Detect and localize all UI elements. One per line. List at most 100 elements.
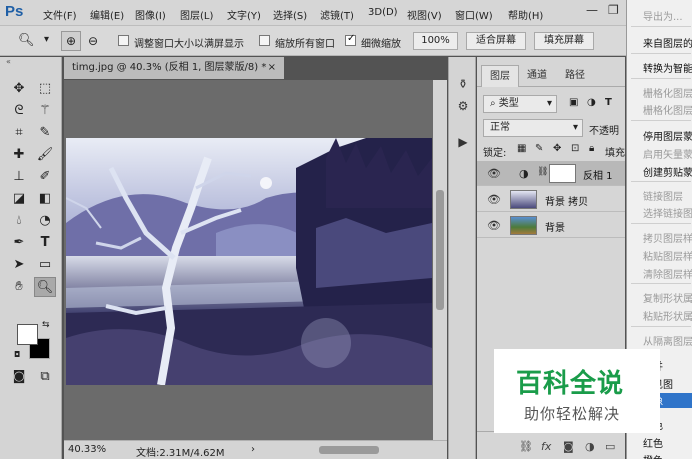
- menu-layer[interactable]: 图层(L): [180, 7, 213, 22]
- menu-select[interactable]: 选择(S): [273, 7, 307, 22]
- menu-3d[interactable]: 3D(D): [368, 7, 398, 18]
- canvas-area[interactable]: [64, 80, 433, 440]
- status-menu-icon[interactable]: ›: [251, 444, 255, 455]
- eraser-tool-icon[interactable]: ◪: [8, 189, 30, 209]
- menu-item-clear-style[interactable]: 清除图层样: [643, 266, 692, 281]
- menu-item-orange[interactable]: 橙色: [643, 452, 663, 459]
- eyedropper-icon[interactable]: ✎: [34, 123, 56, 143]
- resize-windows-checkbox[interactable]: [118, 35, 129, 46]
- minimize-button[interactable]: —: [586, 3, 598, 17]
- menu-filter[interactable]: 滤镜(T): [320, 7, 354, 22]
- menu-type[interactable]: 文字(Y): [227, 7, 261, 22]
- quick-mask-icon[interactable]: ◙: [8, 367, 30, 387]
- filter-type-icon[interactable]: T: [605, 97, 612, 108]
- menu-file[interactable]: 文件(F): [43, 7, 77, 22]
- lock-position-icon[interactable]: ✥: [553, 143, 561, 154]
- tab-layers[interactable]: 图层: [481, 65, 519, 87]
- new-group-icon[interactable]: ▭: [605, 440, 615, 453]
- menu-item-paste-shape[interactable]: 粘贴形状属: [643, 308, 692, 323]
- scrubby-zoom-checkbox[interactable]: [345, 33, 356, 46]
- lock-artboard-icon[interactable]: ⊡: [571, 143, 579, 154]
- visibility-eye-icon[interactable]: 👁︎: [487, 167, 501, 180]
- visibility-eye-icon[interactable]: 👁︎: [487, 219, 501, 232]
- brush-tool-icon[interactable]: 🖌︎: [34, 145, 56, 165]
- magic-wand-icon[interactable]: ⚚: [34, 101, 56, 121]
- new-adjustment-icon[interactable]: ◑: [585, 440, 595, 453]
- zoom-100-button[interactable]: 100%: [413, 32, 458, 50]
- vertical-scroll-thumb[interactable]: [436, 190, 444, 310]
- close-tab-icon[interactable]: ×: [268, 57, 276, 79]
- menu-view[interactable]: 视图(V): [407, 7, 442, 22]
- menu-item-copy-style[interactable]: 拷贝图层样: [643, 230, 692, 245]
- healing-brush-icon[interactable]: ✚: [8, 145, 30, 165]
- zoom-level[interactable]: 40.33%: [68, 444, 106, 455]
- foreground-color-swatch[interactable]: [17, 324, 38, 345]
- menu-window[interactable]: 窗口(W): [455, 7, 493, 22]
- history-brush-icon[interactable]: ✐: [34, 167, 56, 187]
- blend-mode-select[interactable]: 正常 ▾: [483, 119, 583, 137]
- tool-preset-dropdown-icon[interactable]: ▾: [44, 34, 49, 45]
- zoom-out-icon[interactable]: ⊖: [83, 31, 103, 51]
- layer-style-fx-icon[interactable]: fx: [541, 440, 551, 453]
- document-tab[interactable]: timg.jpg @ 40.3% (反相 1, 图层蒙版/8) * ×: [64, 57, 284, 79]
- filter-adjustment-icon[interactable]: ◑: [587, 97, 596, 108]
- menu-item-export-as[interactable]: 导出为...: [643, 8, 683, 23]
- zoom-all-windows-checkbox[interactable]: [259, 35, 270, 46]
- menu-item-enable-vector-mask[interactable]: 启用矢量蒙: [643, 146, 692, 161]
- filter-pixel-icon[interactable]: ▣: [569, 97, 578, 108]
- layer-row-background-copy[interactable]: 👁︎ 背景 拷贝: [477, 187, 625, 212]
- menu-item-release-isolation[interactable]: 从隔离图层: [643, 333, 692, 348]
- zoom-tool-selected-icon[interactable]: 🔍︎: [34, 277, 56, 297]
- visibility-eye-icon[interactable]: 👁︎: [487, 193, 501, 206]
- blur-tool-icon[interactable]: 💧︎: [8, 211, 30, 231]
- menu-edit[interactable]: 编辑(E): [90, 7, 124, 22]
- collapse-icon[interactable]: «: [6, 57, 11, 66]
- menu-item-create-clipping[interactable]: 创建剪贴蒙: [643, 164, 692, 179]
- hand-tool-icon[interactable]: ✋︎: [8, 277, 30, 297]
- vertical-scrollbar[interactable]: [433, 80, 447, 440]
- horizontal-scroll-thumb[interactable]: [319, 446, 379, 454]
- menu-item-select-linked[interactable]: 选择链接图: [643, 205, 692, 220]
- properties-panel-icon[interactable]: ⚙: [455, 99, 471, 115]
- rectangle-tool-icon[interactable]: ▭: [34, 255, 56, 275]
- history-panel-icon[interactable]: ⚱: [455, 77, 471, 93]
- inverted-landscape-image[interactable]: [66, 138, 432, 385]
- path-selection-icon[interactable]: ➤: [8, 255, 30, 275]
- gradient-tool-icon[interactable]: ◧: [34, 189, 56, 209]
- pen-tool-icon[interactable]: ✒: [8, 233, 30, 253]
- fill-screen-button[interactable]: 填充屏幕: [534, 32, 594, 50]
- tab-paths[interactable]: 路径: [557, 65, 593, 87]
- menu-item-link-layers[interactable]: 链接图层: [643, 188, 683, 203]
- layer-row-background[interactable]: 👁︎ 背景: [477, 213, 625, 238]
- layer-row-invert[interactable]: 👁︎ ◑ ⛓ 反相 1: [477, 161, 625, 186]
- zoom-tool-icon[interactable]: 🔍︎: [18, 33, 35, 48]
- marquee-tool-icon[interactable]: ⬚: [34, 79, 56, 99]
- menu-item-rasterize-layer[interactable]: 栅格化图层: [643, 85, 692, 100]
- swap-colors-icon[interactable]: ⇆: [42, 320, 50, 330]
- actions-play-icon[interactable]: ▶: [455, 135, 471, 151]
- screen-mode-icon[interactable]: ⧉: [34, 367, 56, 387]
- lock-transparent-icon[interactable]: ▦: [517, 143, 526, 154]
- move-tool-icon[interactable]: ✥: [8, 79, 30, 99]
- menu-item-convert-smart[interactable]: 转换为智能: [643, 60, 692, 75]
- lock-all-icon[interactable]: 🔒︎: [589, 143, 594, 154]
- mask-link-icon[interactable]: ⛓: [537, 167, 548, 177]
- add-mask-icon[interactable]: ◙: [563, 440, 574, 453]
- menu-image[interactable]: 图像(I): [135, 7, 166, 22]
- menu-help[interactable]: 帮助(H): [508, 7, 543, 22]
- menu-item-disable-mask[interactable]: 停用图层蒙: [643, 128, 692, 143]
- layer-filter-select[interactable]: ⌕ 类型 ▾: [483, 95, 557, 113]
- layer-mask-thumbnail[interactable]: [549, 164, 576, 183]
- type-tool-icon[interactable]: T: [34, 233, 56, 253]
- menu-item-from-layers[interactable]: 来自图层的: [643, 35, 692, 50]
- menu-item-red[interactable]: 红色: [643, 435, 663, 450]
- tab-channels[interactable]: 通道: [519, 65, 555, 87]
- menu-item-rasterize-style[interactable]: 栅格化图层: [643, 102, 692, 117]
- menu-item-paste-style[interactable]: 粘贴图层样: [643, 248, 692, 263]
- default-colors-icon[interactable]: ◘: [14, 350, 20, 359]
- clone-stamp-icon[interactable]: ⊥: [8, 167, 30, 187]
- restore-button[interactable]: ❐: [608, 3, 619, 17]
- menu-item-copy-shape[interactable]: 复制形状属: [643, 290, 692, 305]
- dodge-tool-icon[interactable]: ◔: [34, 211, 56, 231]
- zoom-in-icon[interactable]: ⊕: [61, 31, 81, 51]
